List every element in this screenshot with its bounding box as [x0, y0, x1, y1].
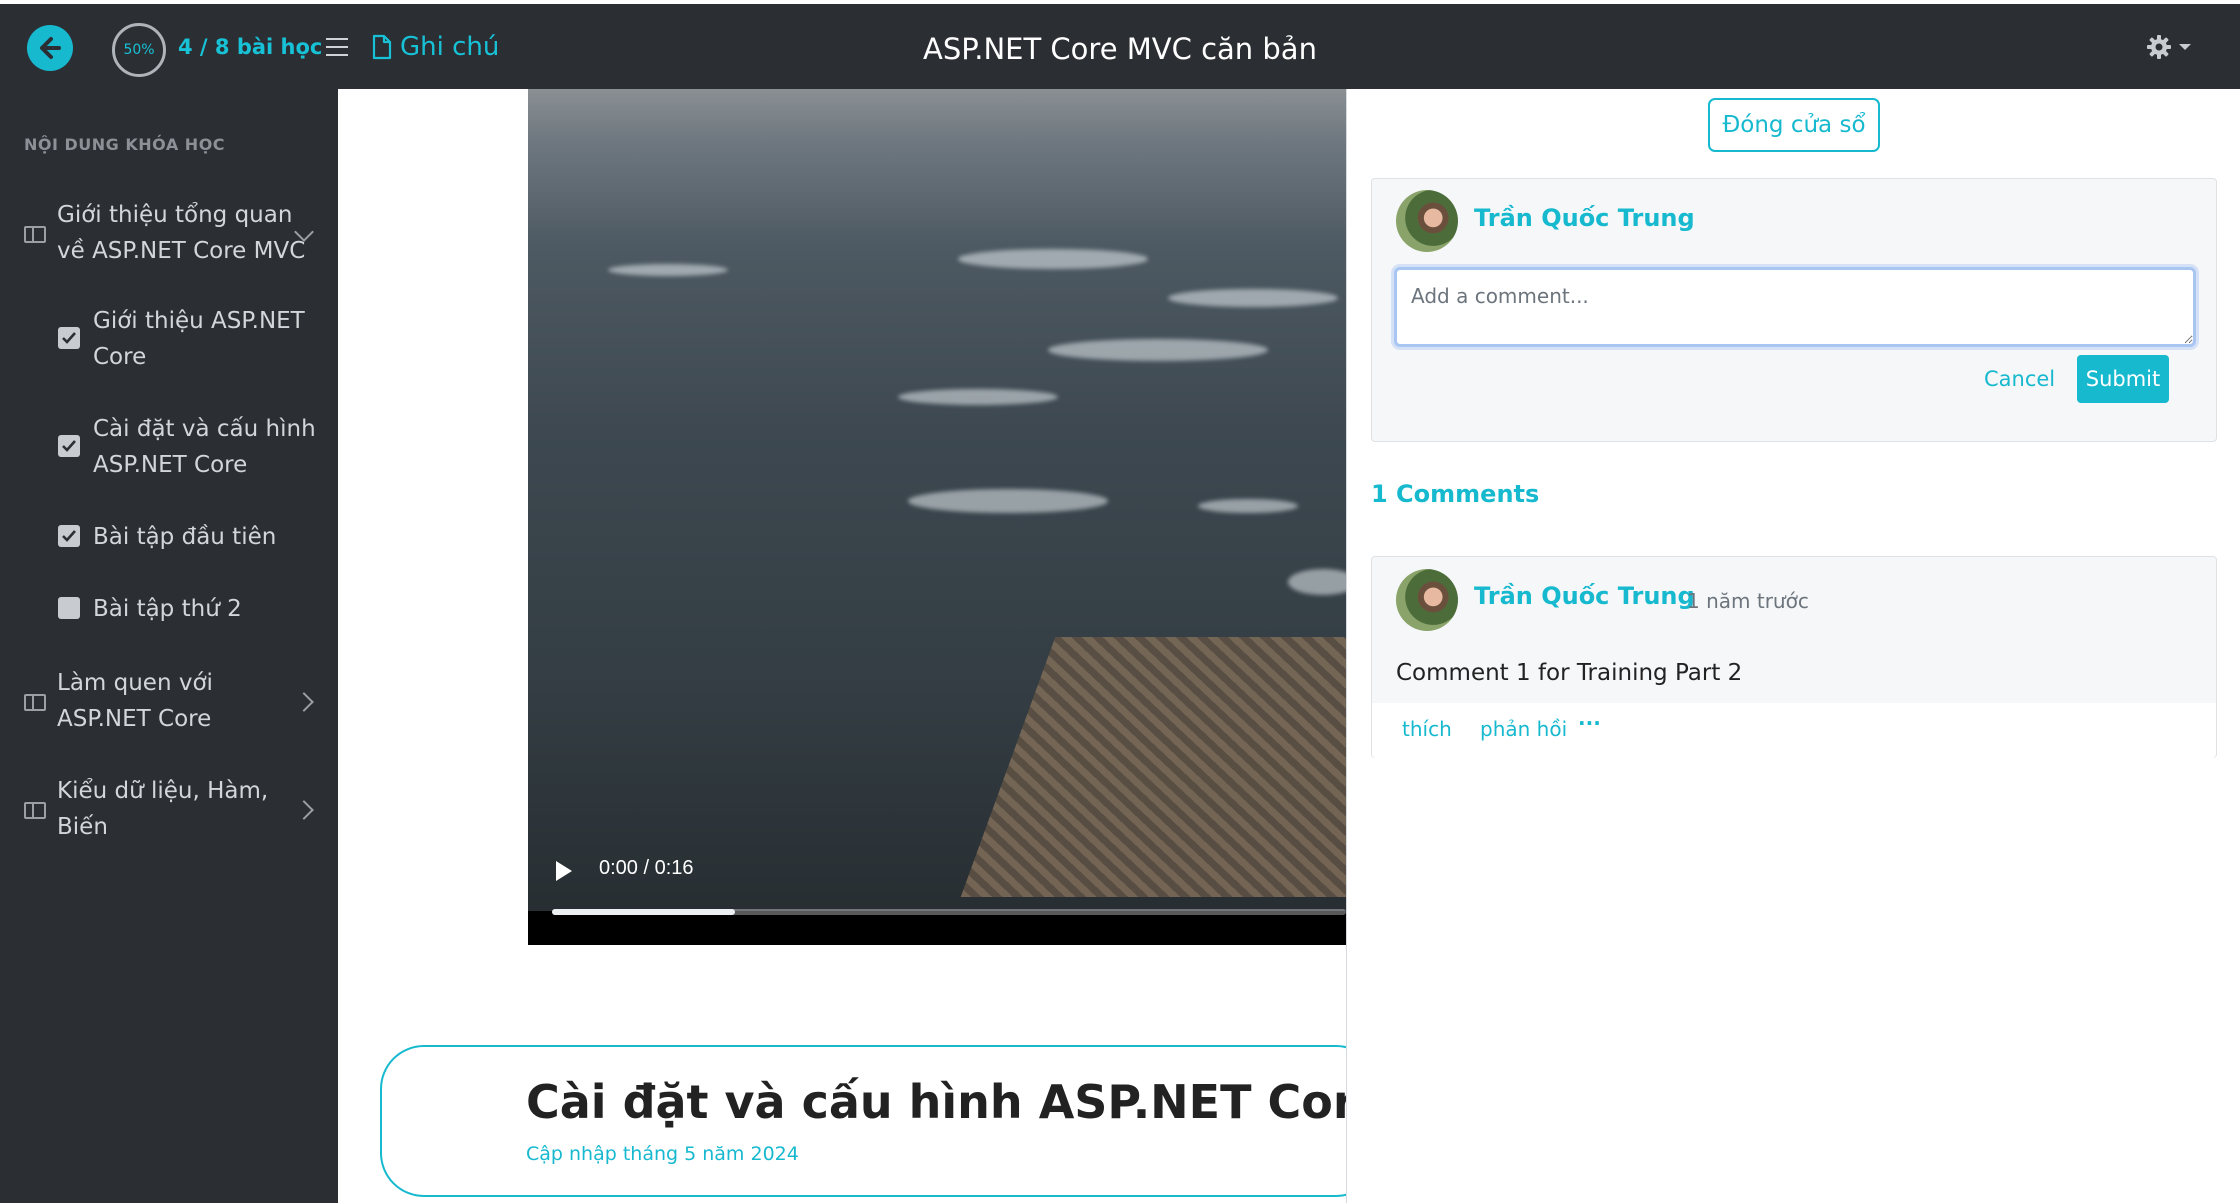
video-frame-detail	[958, 249, 1148, 269]
chapter-item[interactable]: Làm quen với ASP.NET Core	[0, 663, 338, 739]
lesson-title: Cài đặt và cấu hình ASP.NET Core	[526, 1075, 1387, 1129]
back-button[interactable]	[27, 25, 73, 71]
course-sidebar: NỘI DUNG KHÓA HỌC Giới thiệu tổng quan v…	[0, 89, 338, 1203]
lesson-info-card: Cài đặt và cấu hình ASP.NET Core Cập nhậ…	[380, 1045, 1387, 1197]
chapter-item[interactable]: Giới thiệu tổng quan về ASP.NET Core MVC	[0, 195, 338, 271]
checkbox-empty-icon[interactable]	[58, 597, 80, 619]
comment-compose-box: Trần Quốc Trung Cancel Submit	[1371, 178, 2217, 442]
layout-icon	[24, 802, 46, 819]
gear-icon	[2147, 35, 2171, 59]
checkbox-checked-icon[interactable]	[58, 327, 80, 349]
sidebar-heading: NỘI DUNG KHÓA HỌC	[24, 135, 226, 154]
progress-percent: 50%	[123, 42, 155, 58]
video-time: 0:00 / 0:16	[599, 857, 694, 879]
comment-author[interactable]: Trần Quốc Trung	[1474, 582, 1695, 610]
layout-icon	[24, 226, 46, 243]
lesson-count: 4 / 8 bài học	[178, 35, 323, 59]
lesson-label: Cài đặt và cấu hình ASP.NET Core	[93, 416, 316, 478]
video-letterbox	[528, 911, 1346, 945]
lesson-item[interactable]: Bài tập đầu tiên	[0, 519, 338, 559]
lesson-label: Giới thiệu ASP.NET Core	[93, 308, 305, 370]
menu-icon[interactable]	[326, 38, 348, 58]
chapter-item[interactable]: Kiểu dữ liệu, Hàm, Biến	[0, 771, 338, 847]
video-frame-detail	[608, 264, 728, 276]
avatar	[1396, 569, 1458, 631]
top-bar: 50% 4 / 8 bài học Ghi chú ASP.NET Core M…	[0, 4, 2240, 89]
comments-panel: Đóng cửa sổ Trần Quốc Trung Cancel Submi…	[1346, 89, 2240, 1203]
arrow-left-icon	[40, 37, 61, 59]
avatar	[1396, 190, 1458, 252]
video-progress-fill	[552, 909, 735, 915]
submit-button[interactable]: Submit	[2077, 355, 2169, 403]
document-icon	[372, 34, 392, 60]
lesson-updated: Cập nhập tháng 5 năm 2024	[526, 1143, 799, 1165]
note-label: Ghi chú	[400, 32, 500, 62]
video-frame-detail	[1198, 499, 1298, 513]
chapter-label: Kiểu dữ liệu, Hàm, Biến	[57, 778, 269, 840]
lesson-label: Bài tập đầu tiên	[93, 524, 277, 550]
lesson-item[interactable]: Bài tập thứ 2	[0, 591, 338, 631]
close-panel-button[interactable]: Đóng cửa sổ	[1708, 98, 1880, 152]
note-button[interactable]: Ghi chú	[372, 32, 499, 62]
cancel-button[interactable]: Cancel	[1984, 367, 2055, 391]
like-button[interactable]: thích	[1402, 717, 1452, 741]
reply-button[interactable]: phản hồi	[1480, 717, 1567, 741]
video-frame-detail	[898, 389, 1058, 405]
comments-count: 1 Comments	[1371, 480, 1540, 508]
video-seek-bar[interactable]	[552, 909, 1346, 915]
more-options-icon[interactable]: ···	[1578, 711, 1601, 735]
video-frame-detail	[960, 637, 1346, 897]
video-player[interactable]: 0:00 / 0:16	[528, 89, 1346, 945]
comment-actions: thích phản hồi ···	[1372, 703, 2216, 758]
comment-input[interactable]	[1394, 267, 2196, 347]
comment-item: Trần Quốc Trung 1 năm trước Comment 1 fo…	[1371, 556, 2217, 758]
comment-time: 1 năm trước	[1687, 589, 1809, 613]
current-user-name[interactable]: Trần Quốc Trung	[1474, 204, 1695, 232]
checkbox-checked-icon[interactable]	[58, 525, 80, 547]
chapter-label: Giới thiệu tổng quan về ASP.NET Core MVC	[57, 202, 306, 264]
layout-icon	[24, 694, 46, 711]
video-frame-detail	[1288, 569, 1346, 595]
checkbox-checked-icon[interactable]	[58, 435, 80, 457]
video-frame-detail	[1048, 339, 1268, 361]
progress-ring: 50%	[112, 23, 166, 77]
comment-text: Comment 1 for Training Part 2	[1396, 660, 1743, 686]
caret-down-icon	[2179, 44, 2191, 50]
video-frame-detail	[908, 489, 1108, 513]
video-frame-detail	[1168, 289, 1338, 307]
play-icon[interactable]	[556, 861, 572, 881]
lesson-item[interactable]: Giới thiệu ASP.NET Core	[0, 303, 338, 379]
settings-dropdown[interactable]	[2146, 34, 2192, 60]
lesson-item[interactable]: Cài đặt và cấu hình ASP.NET Core	[0, 411, 338, 487]
chapter-label: Làm quen với ASP.NET Core	[57, 670, 213, 732]
lesson-label: Bài tập thứ 2	[93, 596, 242, 622]
